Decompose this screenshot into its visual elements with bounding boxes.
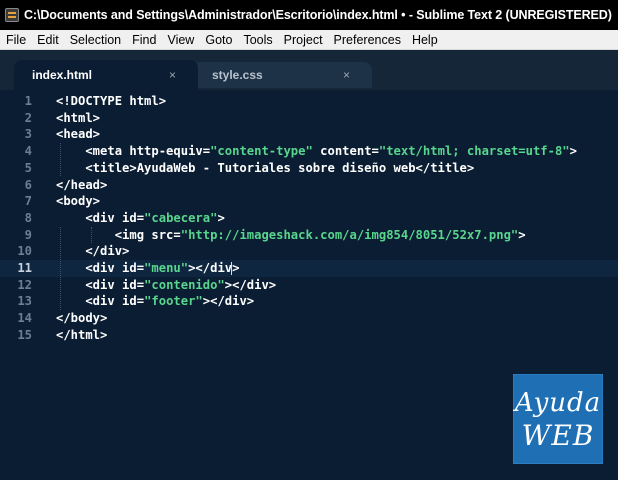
tab-index-html[interactable]: index.html × [14,60,198,90]
code-line[interactable]: 7 <body> [0,193,618,210]
line-number: 13 [17,294,32,309]
line-number: 4 [24,144,32,159]
window-title: C:\Documents and Settings\Administrador\… [24,8,612,22]
code-line[interactable]: 10 </div> [0,243,618,260]
menu-find[interactable]: Find [126,33,161,47]
code-line[interactable]: 14 </body> [0,310,618,327]
code-text: <html> [56,110,101,125]
menu-file[interactable]: File [0,33,31,47]
line-number: 10 [17,244,32,259]
line-number: 7 [24,194,32,209]
line-number: 2 [24,110,32,125]
text-cursor-icon [231,262,232,275]
code-line[interactable]: 15 </html> [0,327,618,344]
menu-preferences[interactable]: Preferences [328,33,406,47]
code-line[interactable]: 13 <div id="footer"></div> [0,293,618,310]
tab-strip: style.css × index.html × [0,50,618,90]
code-line[interactable]: 11 <div id="menu"></div> [0,260,618,277]
code-text: <!DOCTYPE html> [56,94,167,108]
menu-project[interactable]: Project [278,33,328,47]
code-line[interactable]: 5 <title>AyudaWeb - Tutoriales sobre dis… [0,160,618,177]
code-line[interactable]: 3 <head> [0,126,618,143]
code-text: </div> [56,244,130,259]
code-text: <div id="contenido"></div> [56,277,277,292]
code-line[interactable]: 12 <div id="contenido"></div> [0,277,618,294]
line-number: 11 [17,261,32,275]
code-text: <div id="footer"></div> [56,294,255,309]
menu-tools[interactable]: Tools [237,33,277,47]
line-number: 9 [24,227,32,242]
title-bar[interactable]: C:\Documents and Settings\Administrador\… [0,0,618,30]
logo-text-ayuda: Ayuda [514,388,602,418]
code-text: <body> [56,194,101,209]
menu-help[interactable]: Help [406,33,443,47]
indent-guide [60,143,62,177]
code-text: <div id="menu"></div> [56,261,240,275]
code-text: <title>AyudaWeb - Tutoriales sobre diseñ… [56,160,475,175]
menu-bar: File Edit Selection Find View Goto Tools… [0,30,618,50]
code-text: <img src="http://imageshack.com/a/img854… [56,227,526,242]
tab-style-css[interactable]: style.css × [192,62,372,88]
indent-guide [60,226,62,311]
ayudaweb-logo: Ayuda WEB [514,375,602,463]
menu-selection[interactable]: Selection [64,33,126,47]
code-line[interactable]: 8 <div id="cabecera"> [0,210,618,227]
line-number: 14 [17,311,32,326]
tab-label: index.html [32,68,93,82]
menu-edit[interactable]: Edit [31,33,64,47]
menu-view[interactable]: View [161,33,199,47]
close-icon[interactable]: × [343,68,350,82]
code-text: <head> [56,127,101,142]
line-number: 12 [17,277,32,292]
code-text: <div id="cabecera"> [56,210,225,225]
code-line[interactable]: 4 <meta http-equiv="content-type" conten… [0,143,618,160]
code-line[interactable]: 1 <!DOCTYPE html> [0,93,618,110]
code-text: </html> [56,327,108,342]
line-number: 6 [24,177,32,192]
code-text: <meta http-equiv="content-type" content=… [56,144,577,159]
code-line[interactable]: 2 <html> [0,110,618,127]
line-number: 1 [24,94,32,108]
code-line[interactable]: 6 </head> [0,177,618,194]
tab-label: style.css [212,68,263,82]
line-number: 15 [17,327,32,342]
line-number: 3 [24,127,32,142]
indent-guide [91,226,93,244]
close-icon[interactable]: × [169,68,176,82]
menu-goto[interactable]: Goto [199,33,237,47]
sublime-window: C:\Documents and Settings\Administrador\… [0,0,618,480]
code-text: </head> [56,177,108,192]
line-number: 8 [24,210,32,225]
sublime-app-icon[interactable] [5,8,19,22]
code-text: </body> [56,311,108,326]
logo-text-web: WEB [521,419,595,452]
line-number: 5 [24,160,32,175]
